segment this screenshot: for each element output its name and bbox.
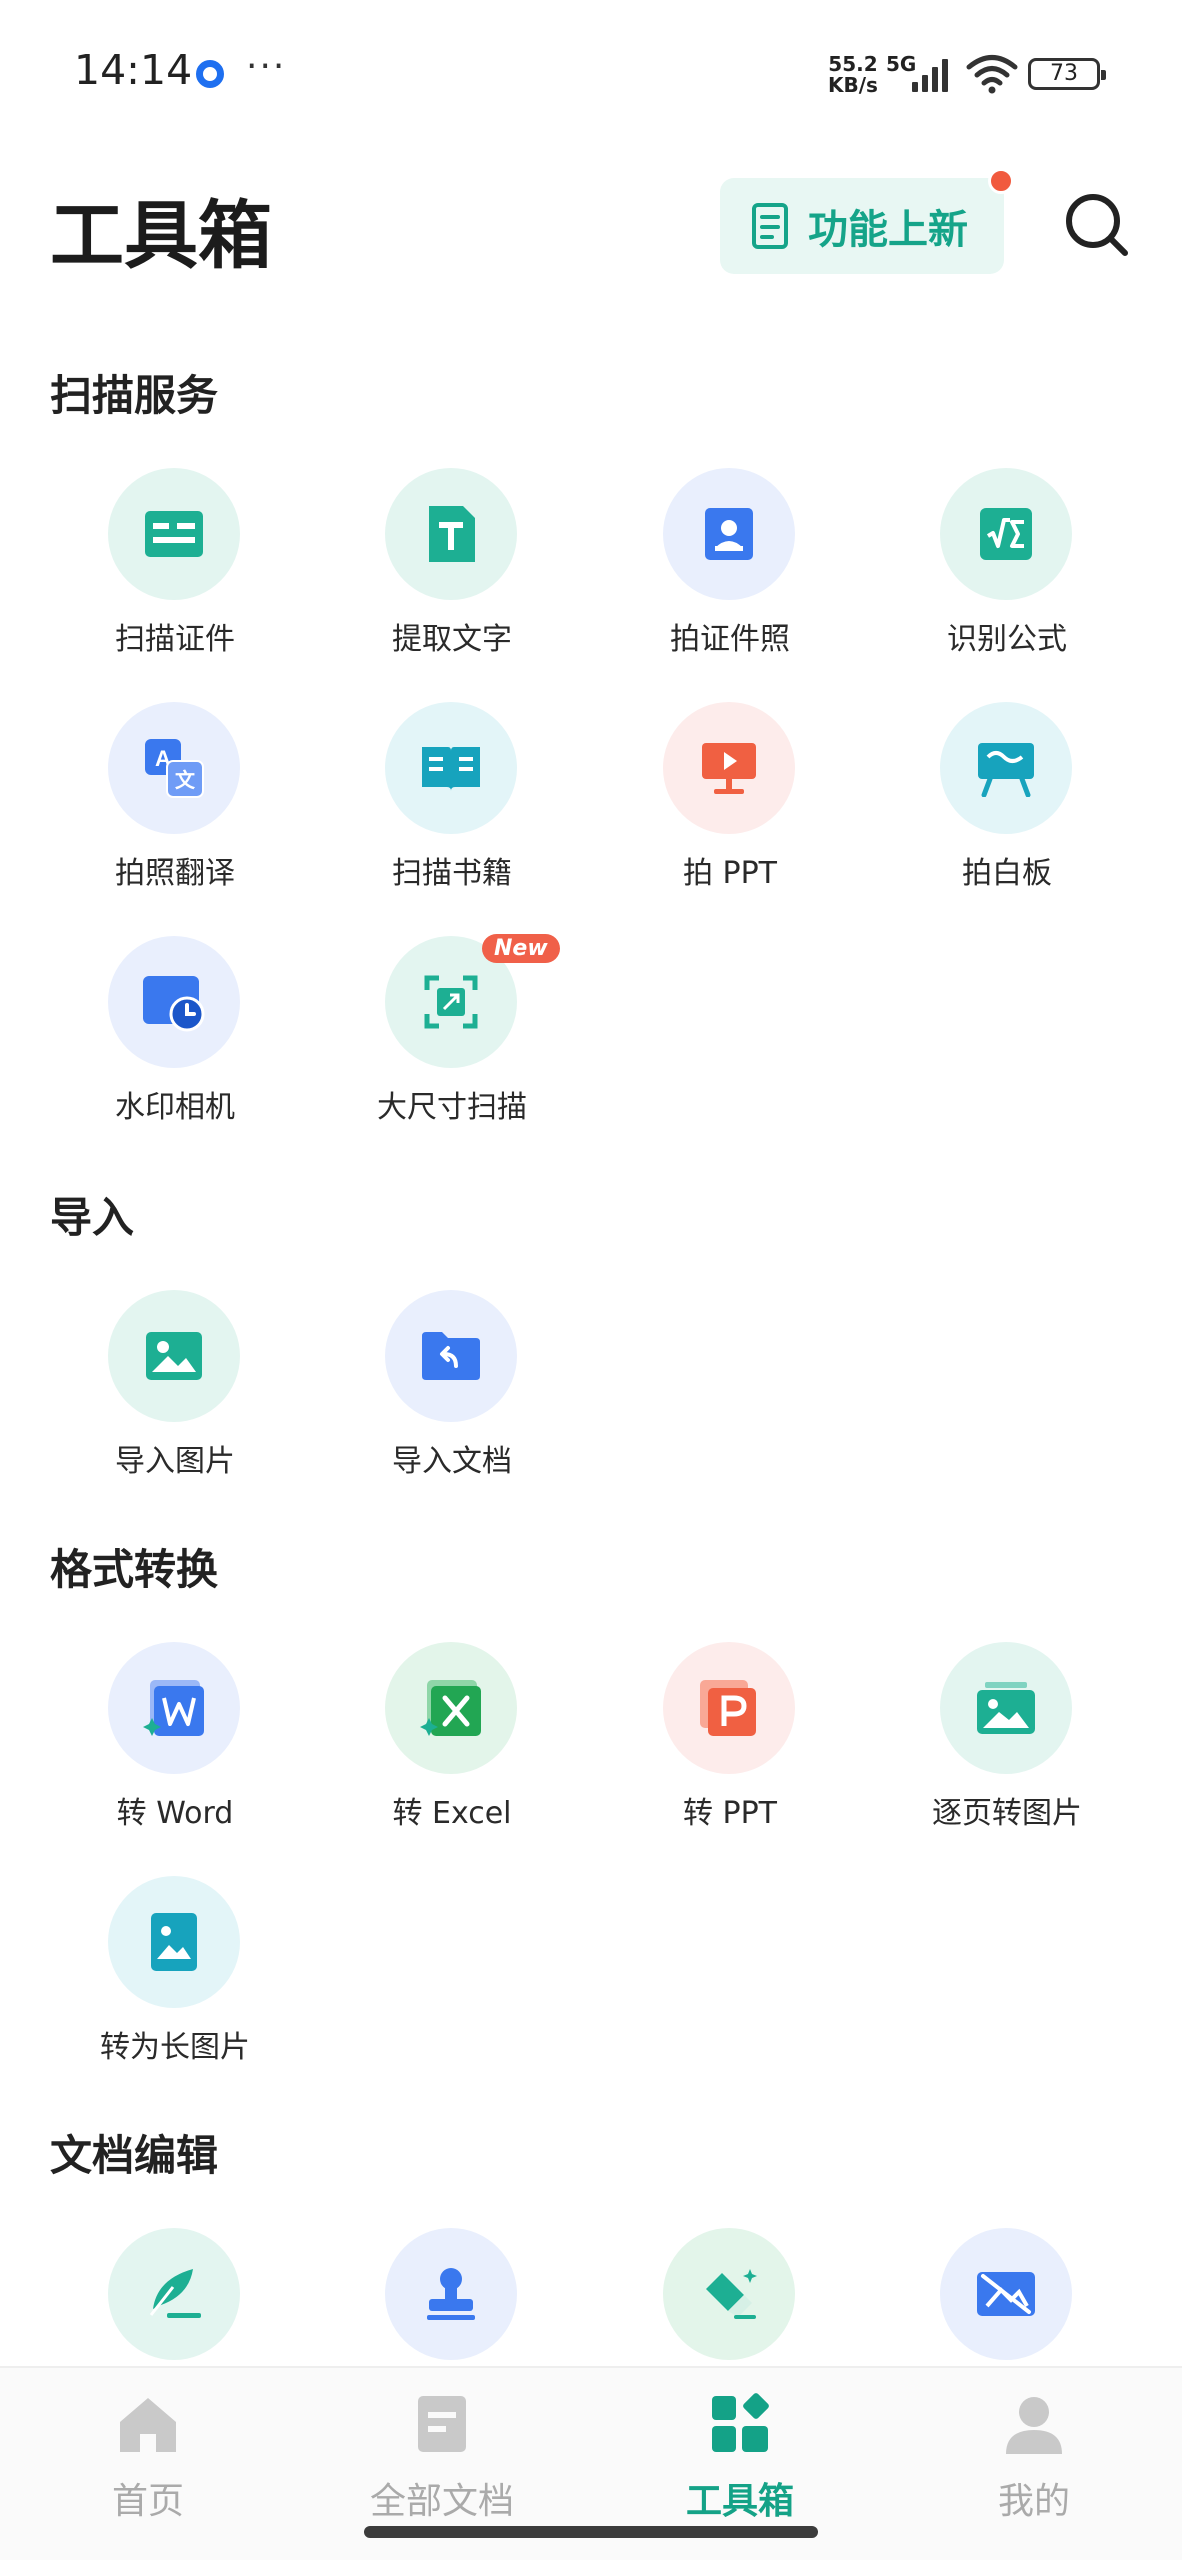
tool-whiteboard[interactable]: 拍白板 bbox=[868, 702, 1146, 902]
eraser-icon bbox=[706, 2269, 757, 2319]
long-image-icon bbox=[151, 1913, 197, 1971]
tool-scan-book[interactable]: 扫描书籍 bbox=[313, 702, 591, 902]
tool-extract-text[interactable]: 提取文字 bbox=[313, 468, 591, 668]
document-icon bbox=[418, 2396, 466, 2452]
nav-toolbox[interactable]: 工具箱 bbox=[640, 2382, 840, 2532]
text-doc-icon bbox=[429, 506, 475, 562]
tool-to-excel[interactable]: 转 Excel bbox=[313, 1642, 591, 1842]
net-speed: 55.2 KB/s bbox=[828, 52, 878, 97]
section-title-edit: 文档编辑 bbox=[50, 2131, 219, 2180]
tool-photo-ppt[interactable]: 拍 PPT bbox=[591, 702, 869, 902]
word-icon bbox=[143, 1680, 204, 1736]
home-indicator[interactable] bbox=[364, 2526, 818, 2538]
id-photo-icon bbox=[705, 508, 753, 560]
pages-image-icon bbox=[977, 1682, 1035, 1734]
tool-photo-translate[interactable]: A 文 拍照翻译 bbox=[36, 702, 314, 902]
nav-all-documents[interactable]: 全部文档 bbox=[342, 2382, 542, 2532]
tool-import-image[interactable]: 导入图片 bbox=[36, 1290, 314, 1490]
notification-icon bbox=[196, 60, 224, 88]
signal-icon bbox=[912, 59, 948, 92]
more-notifications-icon: ··· bbox=[246, 46, 287, 87]
user-icon bbox=[1006, 2397, 1062, 2454]
tool-to-long-image[interactable]: 转为长图片 bbox=[36, 1876, 314, 2076]
id-card-icon bbox=[145, 511, 203, 557]
tool-to-word[interactable]: 转 Word bbox=[36, 1642, 314, 1842]
status-bar: 14:14 ··· 55.2 KB/s 5G 73 bbox=[0, 0, 1182, 150]
whiteboard-icon bbox=[978, 743, 1034, 797]
presentation-icon bbox=[702, 743, 756, 794]
status-time: 14:14 bbox=[74, 46, 193, 94]
page-title: 工具箱 bbox=[50, 193, 272, 279]
formula-icon bbox=[980, 508, 1032, 560]
section-title-scan: 扫描服务 bbox=[50, 371, 219, 420]
new-features-label: 功能上新 bbox=[808, 207, 968, 253]
signature-icon bbox=[149, 2269, 201, 2318]
search-icon[interactable] bbox=[1062, 190, 1132, 260]
toolbox-icon bbox=[712, 2393, 769, 2452]
wifi-icon bbox=[966, 55, 1018, 94]
tool-watermark-camera[interactable]: 水印相机 bbox=[36, 936, 314, 1136]
image-icon bbox=[146, 1332, 202, 1380]
notification-dot bbox=[988, 168, 1014, 194]
tool-formula[interactable]: 识别公式 bbox=[868, 468, 1146, 668]
section-title-import: 导入 bbox=[50, 1193, 135, 1242]
new-features-button[interactable]: 功能上新 bbox=[720, 178, 1004, 274]
svg-text:文: 文 bbox=[175, 768, 196, 792]
tool-scan-id[interactable]: 扫描证件 bbox=[36, 468, 314, 668]
excel-icon bbox=[420, 1680, 481, 1736]
battery-indicator: 73 bbox=[1028, 58, 1106, 90]
nav-home[interactable]: 首页 bbox=[48, 2382, 248, 2532]
book-icon bbox=[422, 747, 480, 791]
folder-import-icon bbox=[422, 1332, 480, 1380]
home-icon bbox=[120, 2398, 176, 2452]
document-icon bbox=[752, 203, 788, 249]
tool-large-scan[interactable]: 大尺寸扫描 bbox=[313, 936, 591, 1136]
large-scan-icon bbox=[424, 975, 478, 1029]
new-badge: New bbox=[482, 934, 560, 963]
tool-page-to-image[interactable]: 逐页转图片 bbox=[868, 1642, 1146, 1842]
translate-icon: A 文 bbox=[145, 739, 204, 798]
tool-import-document[interactable]: 导入文档 bbox=[313, 1290, 591, 1490]
stamp-icon bbox=[427, 2268, 475, 2320]
tool-id-photo[interactable]: 拍证件照 bbox=[591, 468, 869, 668]
tool-to-ppt[interactable]: 转 PPT bbox=[591, 1642, 869, 1842]
ppt-icon bbox=[700, 1680, 756, 1736]
remove-watermark-icon bbox=[977, 2272, 1035, 2316]
section-title-convert: 格式转换 bbox=[50, 1545, 219, 1594]
nav-me[interactable]: 我的 bbox=[934, 2382, 1134, 2532]
watermark-camera-icon bbox=[143, 976, 205, 1032]
